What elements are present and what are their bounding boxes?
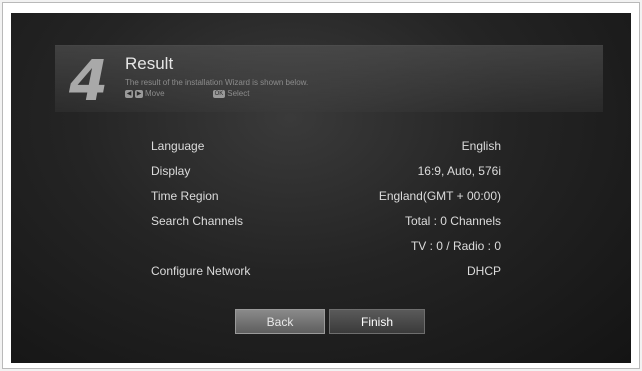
result-label: Configure Network	[151, 264, 251, 278]
result-label: Search Channels	[151, 214, 244, 228]
key-hints: ◀ ▶ Move OK Select	[125, 89, 249, 98]
ok-key-icon: OK	[212, 89, 226, 98]
result-label: Time Region	[151, 189, 219, 203]
result-value: English	[461, 139, 501, 153]
result-row-time-region: Time Region England(GMT + 00:00)	[151, 189, 501, 214]
back-button[interactable]: Back	[235, 309, 325, 334]
left-arrow-key-icon: ◀	[125, 89, 133, 98]
result-value: DHCP	[466, 264, 501, 278]
result-row-configure-network: Configure Network DHCP	[151, 264, 501, 289]
page-subtitle: The result of the installation Wizard is…	[125, 78, 309, 87]
result-value: Total : 0 Channels	[404, 214, 501, 228]
select-hint-label: Select	[227, 89, 250, 98]
right-arrow-key-icon: ▶	[135, 89, 143, 98]
step-number: 4	[69, 49, 108, 114]
result-value: England(GMT + 00:00)	[378, 189, 501, 203]
result-row-language: Language English	[151, 139, 501, 164]
result-row-search-channels: Search Channels Total : 0 Channels	[151, 214, 501, 239]
result-list: Language English Display 16:9, Auto, 576…	[151, 139, 501, 289]
result-label: Language	[151, 139, 205, 153]
screenshot-frame: 4 Result The result of the installation …	[2, 2, 640, 369]
finish-button[interactable]: Finish	[329, 309, 425, 334]
result-value: TV : 0 / Radio : 0	[410, 239, 501, 253]
result-value: 16:9, Auto, 576i	[417, 164, 501, 178]
page-title: Result	[125, 54, 174, 73]
result-row-display: Display 16:9, Auto, 576i	[151, 164, 501, 189]
result-label: Display	[151, 164, 191, 178]
wizard-header: 4 Result The result of the installation …	[55, 45, 603, 112]
move-hint-label: Move	[145, 89, 165, 98]
result-row-tv-radio: TV : 0 / Radio : 0	[151, 239, 501, 264]
tv-screen: 4 Result The result of the installation …	[11, 13, 631, 363]
